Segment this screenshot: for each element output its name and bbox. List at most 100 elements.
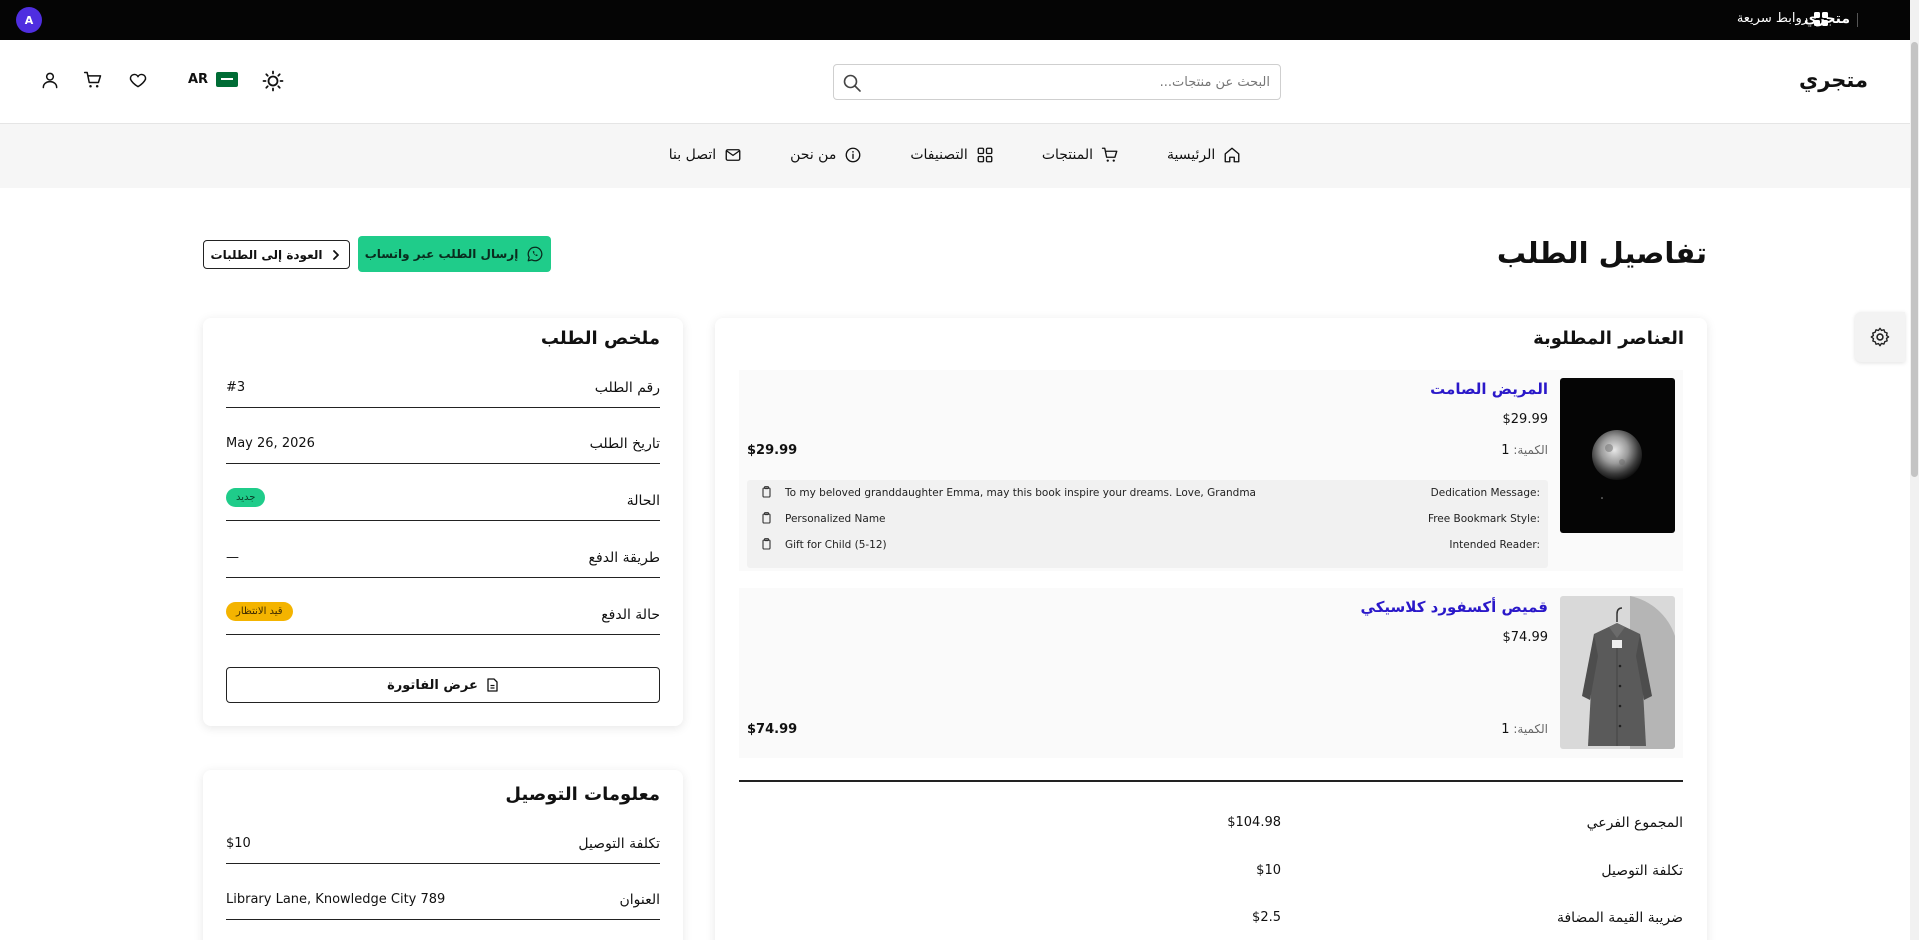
option-row: Intended Reader: Gift for Child (5-12) — [747, 532, 1548, 558]
option-row: Free Bookmark Style: Personalized Name — [747, 506, 1548, 532]
page-title: تفاصيل الطلب — [1496, 236, 1707, 270]
nav-item-label: التصنيفات — [910, 147, 968, 163]
theme-toggle-sun-icon[interactable] — [262, 70, 284, 92]
product-image-shirt[interactable] — [1560, 596, 1675, 749]
delivery-cost-label: تكلفة التوصيل — [578, 836, 660, 852]
delivery-fee-row: تكلفة التوصيل $10 — [739, 863, 1683, 893]
quantity-label: الكمية: — [1513, 722, 1548, 736]
nav-item-about[interactable]: من نحن — [790, 146, 862, 164]
saudi-flag-icon — [216, 72, 239, 87]
whatsapp-icon — [527, 246, 543, 262]
grid-icon — [1814, 11, 1828, 26]
info-icon — [845, 147, 861, 163]
line-total: $29.99 — [747, 443, 798, 458]
quantity-value: 1 — [1501, 443, 1510, 458]
document-icon — [487, 678, 498, 692]
order-number-row: رقم الطلب #3 — [226, 368, 660, 408]
nav-item-label: الرئيسية — [1167, 147, 1216, 163]
delivery-cost-value: $10 — [226, 836, 251, 851]
quick-links-button[interactable]: روابط سريعة — [1737, 11, 1828, 26]
quick-links-label: روابط سريعة — [1736, 11, 1808, 26]
vat-label: ضريبة القيمة المضافة — [1556, 910, 1683, 926]
language-switcher[interactable]: AR — [188, 72, 239, 87]
items-divider — [739, 780, 1683, 782]
search-input[interactable] — [870, 65, 1270, 99]
product-image-moon[interactable] — [1560, 378, 1675, 533]
product-quantity: الكمية: 1 — [1501, 722, 1548, 737]
address-row: العنوان Library Lane, Knowledge City 789 — [226, 880, 660, 920]
view-invoice-label: عرض الفاتورة — [387, 677, 478, 693]
delivery-info-card: معلومات التوصيل تكلفة التوصيل $10 العنوا… — [203, 770, 683, 940]
address-value: Library Lane, Knowledge City 789 — [226, 892, 446, 907]
search-icon[interactable] — [842, 73, 862, 93]
product-options: Dedication Message: To my beloved grandd… — [747, 480, 1548, 568]
copy-icon[interactable] — [761, 486, 772, 498]
chevron-right-icon — [333, 249, 340, 260]
order-summary-title: ملخص الطلب — [540, 328, 660, 349]
back-to-orders-button[interactable]: العودة إلى الطلبات — [203, 240, 350, 269]
order-item: المريض الصامت $29.99 الكمية: 1 $29.99 De… — [739, 370, 1683, 571]
avatar[interactable]: A — [16, 7, 42, 33]
cart-icon[interactable] — [83, 70, 103, 90]
main-nav: الرئيسية المنتجات التصنيفات من نحن اتصل … — [0, 124, 1910, 188]
order-date-row: تاريخ الطلب May 26, 2026 — [226, 424, 660, 464]
heart-icon[interactable] — [128, 70, 148, 90]
scrollbar-thumb[interactable] — [1911, 42, 1918, 477]
ordered-items-title: العناصر المطلوبة — [1533, 328, 1684, 349]
order-date-label: تاريخ الطلب — [589, 436, 660, 452]
site-header: متجري AR — [0, 40, 1910, 124]
nav-item-label: المنتجات — [1041, 147, 1094, 163]
gear-icon — [1870, 327, 1890, 347]
payment-status-badge: قيد الانتظار — [226, 602, 293, 621]
send-whatsapp-button[interactable]: إرسال الطلب عبر واتساب — [358, 236, 551, 272]
nav-item-categories[interactable]: التصنيفات — [910, 146, 994, 164]
option-value: To my beloved granddaughter Emma, may th… — [785, 487, 1256, 499]
view-invoice-button[interactable]: عرض الفاتورة — [226, 667, 660, 703]
vat-value: $2.5 — [1252, 910, 1281, 925]
nav-item-home[interactable]: الرئيسية — [1167, 146, 1241, 164]
order-item: قميص أكسفورد كلاسيكي $74.99 الكمية: 1 $7… — [739, 588, 1683, 758]
order-status-label: الحالة — [626, 493, 660, 509]
option-value: Personalized Name — [785, 513, 886, 525]
status-badge: جديد — [226, 488, 266, 507]
quantity-label: الكمية: — [1513, 443, 1548, 457]
delivery-fee-label: تكلفة التوصيل — [1601, 863, 1683, 879]
cart-icon — [1101, 147, 1118, 162]
delivery-info-title: معلومات التوصيل — [505, 784, 660, 805]
subtotal-value: $104.98 — [1227, 815, 1281, 830]
order-date-value: May 26, 2026 — [226, 436, 315, 451]
nav-item-label: اتصل بنا — [668, 147, 717, 163]
product-name-link[interactable]: المريض الصامت — [1430, 380, 1548, 398]
copy-icon[interactable] — [761, 538, 772, 550]
option-key: Intended Reader: — [1449, 539, 1540, 551]
site-logo[interactable]: متجري — [1799, 68, 1868, 92]
product-name-link[interactable]: قميص أكسفورد كلاسيكي — [1361, 598, 1548, 616]
order-number-label: رقم الطلب — [594, 380, 660, 396]
top-bar: متجري روابط سريعة A — [0, 0, 1910, 40]
send-whatsapp-label: إرسال الطلب عبر واتساب — [364, 247, 519, 261]
topbar-divider — [1857, 13, 1858, 27]
nav-item-products[interactable]: المنتجات — [1042, 146, 1119, 164]
nav-item-contact[interactable]: اتصل بنا — [669, 146, 742, 164]
payment-status-row: حالة الدفع قيد الانتظار — [226, 595, 660, 635]
option-key: Dedication Message: — [1430, 487, 1540, 499]
product-quantity: الكمية: 1 — [1501, 443, 1548, 458]
user-icon[interactable] — [40, 70, 60, 90]
order-status-row: الحالة جديد — [226, 481, 660, 521]
payment-method-row: طريقة الدفع — — [226, 538, 660, 578]
settings-button[interactable] — [1855, 312, 1905, 362]
line-total: $74.99 — [747, 722, 798, 737]
subtotal-row: المجموع الفرعي $104.98 — [739, 815, 1683, 845]
copy-icon[interactable] — [761, 512, 772, 524]
vat-row: ضريبة القيمة المضافة $2.5 — [739, 910, 1683, 940]
search-bar — [833, 64, 1281, 100]
option-key: Free Bookmark Style: — [1427, 513, 1540, 525]
quantity-value: 1 — [1501, 722, 1510, 737]
home-icon — [1224, 147, 1240, 163]
delivery-cost-row: تكلفة التوصيل $10 — [226, 824, 660, 864]
payment-status-label: حالة الدفع — [601, 607, 660, 623]
back-to-orders-label: العودة إلى الطلبات — [210, 247, 323, 262]
payment-method-value: — — [226, 550, 239, 565]
language-code: AR — [188, 72, 209, 87]
address-label: العنوان — [619, 892, 660, 908]
